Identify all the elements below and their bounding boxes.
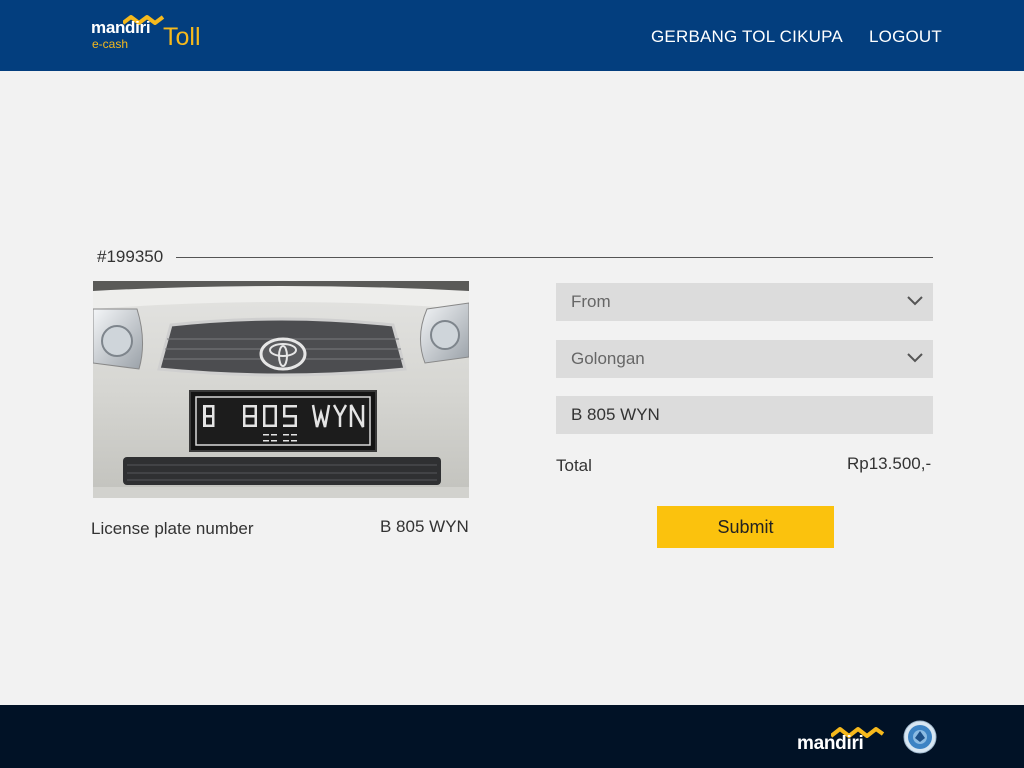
logo-ecash-text: e-cash bbox=[92, 37, 129, 51]
logo-toll-text: Toll bbox=[163, 23, 201, 51]
transaction-id: #199350 bbox=[97, 247, 164, 266]
chevron-down-icon bbox=[907, 353, 923, 363]
total-label: Total bbox=[556, 456, 592, 475]
government-seal-icon bbox=[903, 720, 937, 754]
top-bar: mandiri e-cash Toll GERBANG TOL CIKUPA L… bbox=[0, 0, 1024, 71]
submit-button[interactable]: Submit bbox=[657, 506, 834, 548]
total-amount: Rp13.500,- bbox=[847, 454, 932, 473]
golongan-select-placeholder: Golongan bbox=[571, 349, 645, 368]
footer-brand-text: mandiri bbox=[797, 733, 864, 754]
from-select[interactable]: From bbox=[556, 283, 933, 321]
chevron-down-icon bbox=[907, 296, 923, 306]
golongan-select[interactable]: Golongan bbox=[556, 340, 933, 378]
license-plate-label: License plate number bbox=[91, 519, 254, 538]
footer-bar: mandiri bbox=[0, 705, 1024, 768]
logo-brand-text: mandiri bbox=[91, 18, 151, 37]
gate-name-link[interactable]: GERBANG TOL CIKUPA bbox=[651, 27, 843, 47]
mandiri-ecash-toll-logo[interactable]: mandiri e-cash Toll bbox=[91, 14, 211, 58]
license-plate-input[interactable]: B 805 WYN bbox=[556, 396, 933, 434]
license-plate-input-value: B 805 WYN bbox=[571, 405, 660, 424]
license-plate-value: B 805 WYN bbox=[380, 517, 469, 536]
mandiri-footer-logo: mandiri bbox=[797, 725, 892, 759]
section-divider bbox=[176, 257, 933, 258]
car-front-illustration bbox=[93, 281, 469, 498]
vehicle-photo bbox=[93, 281, 469, 498]
from-select-placeholder: From bbox=[571, 292, 611, 311]
logout-link[interactable]: LOGOUT bbox=[869, 27, 942, 47]
